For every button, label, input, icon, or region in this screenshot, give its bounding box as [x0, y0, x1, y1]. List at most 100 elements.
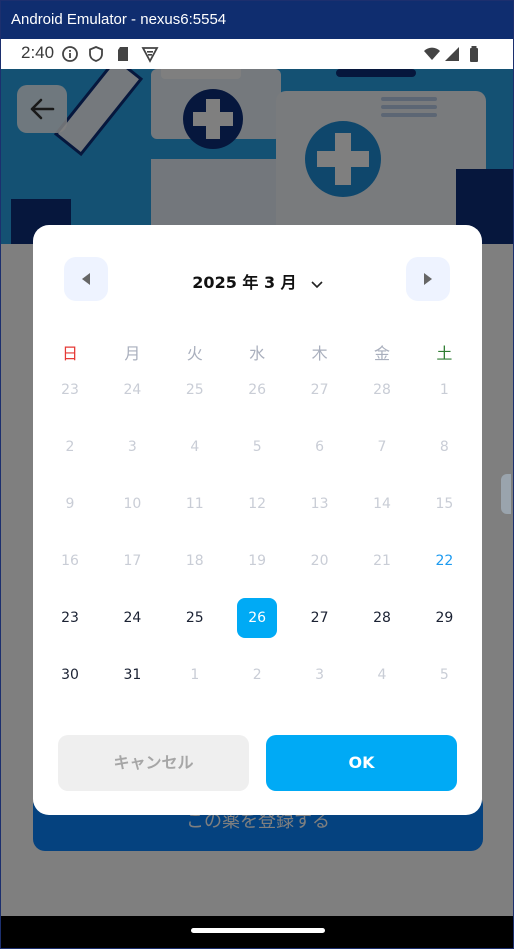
calendar-day[interactable]: 22	[413, 541, 475, 581]
calendar-day-outside[interactable]: 18	[164, 541, 226, 581]
calendar-day-label: 4	[377, 667, 387, 683]
calendar-day-outside[interactable]: 12	[226, 484, 288, 524]
calendar-day-label: 9	[65, 496, 75, 512]
calendar-day-outside[interactable]: 28	[351, 370, 413, 410]
calendar-day-outside[interactable]: 20	[289, 541, 351, 581]
calendar-day-label: 21	[373, 553, 391, 569]
calendar-day-outside[interactable]: 19	[226, 541, 288, 581]
calendar-day-label: 27	[310, 382, 329, 398]
calendar-day-label: 16	[61, 553, 79, 569]
calendar-day-outside[interactable]: 26	[226, 370, 288, 410]
navigation-bar	[1, 916, 513, 948]
calendar-day-outside[interactable]: 2	[39, 427, 101, 467]
calendar-day-label: 31	[123, 667, 142, 683]
vpn-icon	[141, 45, 159, 63]
calendar-day-label: 22	[435, 553, 454, 569]
wifi-icon	[423, 45, 441, 63]
calendar-day-label: 7	[377, 439, 387, 455]
calendar-day[interactable]: 25	[164, 598, 226, 638]
date-picker-dialog: 2025 年 3 月 日月火水木金土 23 24 25 26 27 28 1 2 3 4 5 6 7 8 9…	[33, 225, 482, 815]
calendar-day-label: 14	[373, 496, 391, 512]
info-icon	[61, 45, 79, 63]
weekday-label: 土	[436, 344, 453, 363]
calendar-day[interactable]: 31	[101, 655, 163, 695]
calendar-day-label: 1	[190, 667, 200, 683]
ok-button[interactable]: OK	[266, 735, 457, 791]
sd-card-icon	[114, 45, 132, 63]
calendar-day-outside[interactable]: 1	[164, 655, 226, 695]
weekday-label: 月	[124, 344, 141, 363]
calendar-day-outside[interactable]: 16	[39, 541, 101, 581]
calendar-day-outside[interactable]: 25	[164, 370, 226, 410]
calendar-day-label: 23	[61, 610, 79, 626]
calendar-day-outside[interactable]: 9	[39, 484, 101, 524]
cancel-button[interactable]: キャンセル	[58, 735, 249, 791]
calendar-day-label: 24	[123, 610, 142, 626]
calendar-day-label: 24	[123, 382, 142, 398]
calendar-day-label: 11	[185, 496, 204, 512]
calendar-day-label: 18	[185, 553, 204, 569]
battery-icon	[465, 45, 483, 63]
calendar-day-label: 4	[190, 439, 200, 455]
weekday-label: 金	[373, 344, 390, 363]
calendar-day-outside[interactable]: 14	[351, 484, 413, 524]
calendar-day-label: 28	[373, 610, 391, 626]
calendar-day-outside[interactable]: 7	[351, 427, 413, 467]
calendar-day[interactable]: 24	[101, 598, 163, 638]
triangle-right-icon	[424, 273, 432, 285]
month-title: 2025 年 3 月	[192, 273, 297, 292]
status-bar: 2:40	[1, 39, 513, 69]
calendar-day-outside[interactable]: 11	[164, 484, 226, 524]
calendar-day-outside[interactable]: 15	[413, 484, 475, 524]
calendar-day-outside[interactable]: 10	[101, 484, 163, 524]
calendar-day-label: 26	[237, 598, 278, 638]
calendar-day-outside[interactable]: 2	[226, 655, 288, 695]
calendar-day-label: 20	[310, 553, 329, 569]
calendar-day-label: 15	[435, 496, 454, 512]
calendar-day-outside[interactable]: 4	[351, 655, 413, 695]
calendar-day-outside[interactable]: 27	[289, 370, 351, 410]
calendar-day-label: 10	[123, 496, 142, 512]
calendar-day-outside[interactable]: 13	[289, 484, 351, 524]
signal-icon	[443, 45, 461, 63]
calendar-day-label: 26	[248, 382, 267, 398]
calendar-day-label: 5	[439, 667, 449, 683]
next-month-button[interactable]	[406, 257, 450, 301]
calendar-day-label: 27	[310, 610, 329, 626]
calendar-day-outside[interactable]: 5	[226, 427, 288, 467]
calendar-day-outside[interactable]: 24	[101, 370, 163, 410]
calendar-day-label: 19	[248, 553, 267, 569]
calendar-day-outside[interactable]: 23	[39, 370, 101, 410]
calendar-day[interactable]: 27	[289, 598, 351, 638]
weekday-label: 木	[311, 344, 328, 363]
calendar-day-label: 3	[127, 439, 137, 455]
calendar-day[interactable]: 28	[351, 598, 413, 638]
calendar-day[interactable]: 23	[39, 598, 101, 638]
calendar-day-outside[interactable]: 8	[413, 427, 475, 467]
calendar-day-outside[interactable]: 17	[101, 541, 163, 581]
calendar-day-outside[interactable]: 4	[164, 427, 226, 467]
calendar-day-outside[interactable]: 3	[289, 655, 351, 695]
emulator-window: Android Emulator - nexus6:5554 2:40 2025…	[0, 0, 514, 949]
calendar-day-label: 29	[435, 610, 454, 626]
calendar-day-label: 17	[123, 553, 142, 569]
calendar-day-selected[interactable]: 26	[226, 598, 288, 638]
home-gesture-handle[interactable]	[191, 928, 325, 933]
calendar-day-outside[interactable]: 21	[351, 541, 413, 581]
calendar-day-label: 2	[252, 667, 262, 683]
calendar-day[interactable]: 29	[413, 598, 475, 638]
calendar-day-outside[interactable]: 6	[289, 427, 351, 467]
calendar-day-outside[interactable]: 1	[413, 370, 475, 410]
calendar-day-label: 13	[310, 496, 329, 512]
weekday-label: 日	[61, 344, 78, 363]
calendar-day-label: 23	[61, 382, 79, 398]
calendar-day-label: 2	[65, 439, 75, 455]
weekday-label: 水	[249, 344, 266, 363]
weekday-header: 日月火水木金土	[39, 340, 476, 366]
window-title: Android Emulator - nexus6:5554	[1, 1, 513, 39]
calendar-day-label: 25	[185, 382, 204, 398]
calendar-day-outside[interactable]: 5	[413, 655, 475, 695]
calendar-day[interactable]: 30	[39, 655, 101, 695]
calendar-day-label: 5	[252, 439, 262, 455]
calendar-day-outside[interactable]: 3	[101, 427, 163, 467]
